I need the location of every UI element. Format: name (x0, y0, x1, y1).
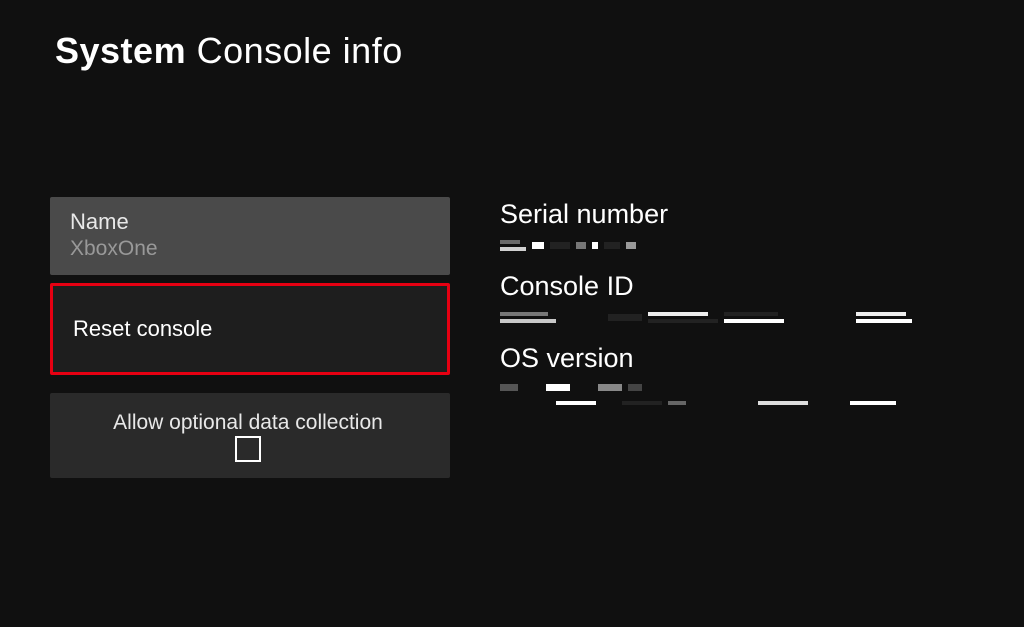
page-header: System Console info (0, 0, 1024, 72)
console-id-block: Console ID (500, 271, 974, 329)
os-version-block: OS version (500, 343, 974, 411)
settings-tiles: Name XboxOne Reset console Allow optiona… (50, 197, 450, 478)
os-version-value (500, 384, 974, 405)
breadcrumb-page: Console info (197, 30, 403, 71)
optional-data-checkbox[interactable] (235, 436, 261, 462)
console-name-label: Name (70, 209, 430, 235)
optional-data-label: Allow optional data collection (113, 409, 383, 436)
breadcrumb: System Console info (55, 30, 974, 72)
console-id-value (500, 312, 974, 323)
serial-number-label: Serial number (500, 199, 974, 230)
os-version-label: OS version (500, 343, 974, 374)
console-name-tile[interactable]: Name XboxOne (50, 197, 450, 275)
info-readouts: Serial number Console ID (500, 197, 974, 478)
breadcrumb-section: System (55, 30, 186, 71)
console-id-label: Console ID (500, 271, 974, 302)
serial-number-value (500, 240, 974, 251)
reset-console-tile[interactable]: Reset console (50, 283, 450, 375)
optional-data-tile[interactable]: Allow optional data collection (50, 393, 450, 478)
reset-console-label: Reset console (73, 316, 427, 342)
content-area: Name XboxOne Reset console Allow optiona… (0, 72, 1024, 478)
serial-number-block: Serial number (500, 199, 974, 257)
console-name-value: XboxOne (70, 237, 430, 261)
